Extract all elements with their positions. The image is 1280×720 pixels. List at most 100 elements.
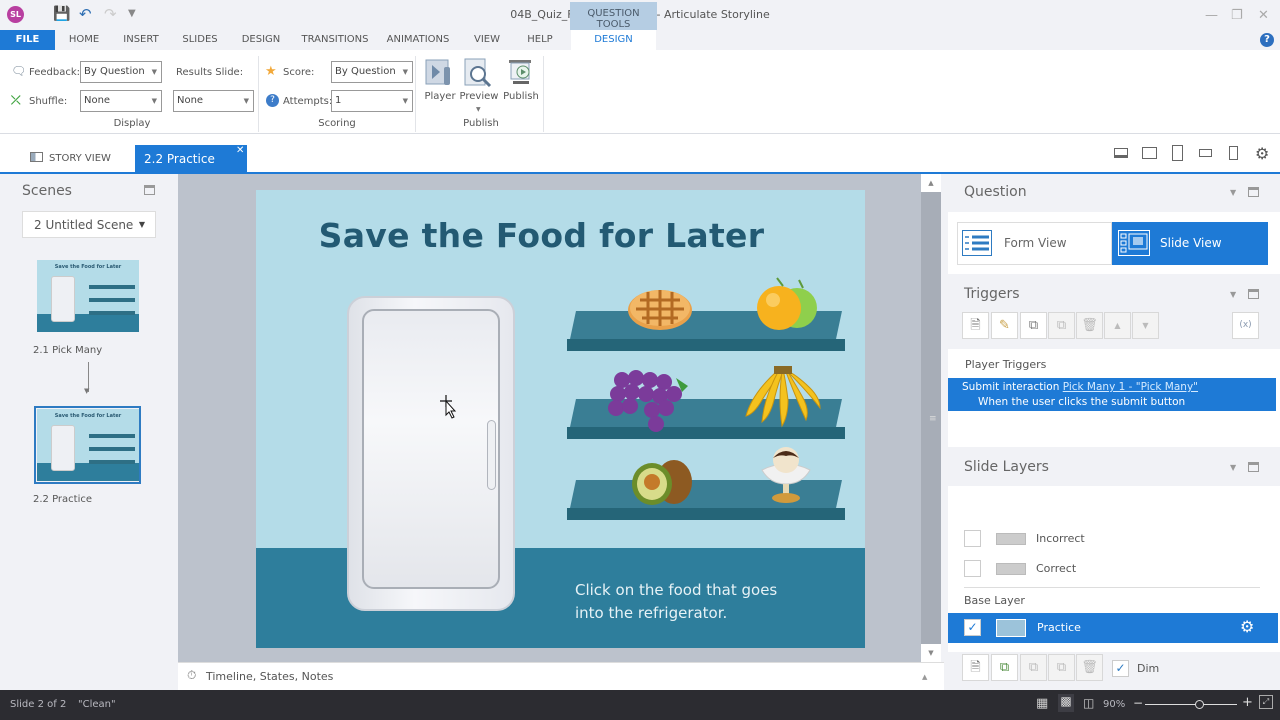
duplicate-layer-button[interactable]: ⧉ xyxy=(991,654,1018,681)
dim-checkbox[interactable]: ✓ xyxy=(1112,660,1129,677)
fit-to-window-icon[interactable]: ⤢ xyxy=(1259,695,1273,709)
tab-help[interactable]: HELP xyxy=(518,30,562,50)
paste-layer-button[interactable]: ⧉ xyxy=(1048,654,1075,681)
grapes-icon[interactable] xyxy=(608,368,694,440)
paste-trigger-button[interactable]: ⧉ xyxy=(1048,312,1075,339)
expand-timeline-icon[interactable]: ▲ xyxy=(922,673,927,681)
preview-button[interactable] xyxy=(462,57,494,89)
layer-visibility-checkbox[interactable] xyxy=(964,560,981,577)
attempts-dropdown[interactable]: 1 ▼ xyxy=(331,90,413,112)
tab-home[interactable]: HOME xyxy=(60,30,108,50)
slide-instruction[interactable]: Click on the food that goes into the refr… xyxy=(575,579,777,625)
publish-label[interactable]: Publish xyxy=(500,91,542,102)
minimize-button[interactable]: — xyxy=(1205,8,1218,23)
player-label[interactable]: Player xyxy=(420,91,460,102)
tab-insert[interactable]: INSERT xyxy=(116,30,166,50)
preview-dropdown-arrow[interactable]: ▼ xyxy=(476,106,481,113)
results-slide-dropdown[interactable]: None ▼ xyxy=(173,90,254,112)
ice-cream-sundae-icon[interactable] xyxy=(756,444,816,506)
slide-thumbnail[interactable]: Save the Food for Later xyxy=(37,409,139,481)
move-trigger-down-button[interactable]: ▼ xyxy=(1132,312,1159,339)
new-trigger-button[interactable]: 🗎 xyxy=(962,312,989,339)
variables-button[interactable]: (x) xyxy=(1232,312,1259,339)
panel-collapse-icon[interactable]: ▼ xyxy=(1230,290,1236,299)
panel-collapse-icon[interactable]: ▼ xyxy=(1230,463,1236,472)
slide-layers-panel-title: Slide Layers xyxy=(964,459,1049,475)
panel-collapse-icon[interactable]: ▼ xyxy=(1230,188,1236,197)
chevron-down-icon: ▼ xyxy=(138,220,145,229)
slide-stage[interactable]: Save the Food for Later Click on the foo… xyxy=(256,190,865,648)
scene-dropdown[interactable]: 2 Untitled Scene ▼ xyxy=(22,211,156,238)
tablet-landscape-icon[interactable] xyxy=(1142,147,1157,159)
bananas-icon[interactable] xyxy=(742,364,822,430)
settings-gear-icon[interactable]: ⚙ xyxy=(1255,144,1269,163)
tablet-portrait-icon[interactable] xyxy=(1172,145,1183,161)
tab-view[interactable]: VIEW xyxy=(466,30,508,50)
new-layer-button[interactable]: 🗎 xyxy=(962,654,989,681)
scroll-up-button[interactable]: ▲ xyxy=(921,174,941,192)
shuffle-dropdown[interactable]: None ▼ xyxy=(80,90,162,112)
slide-view-icon xyxy=(1118,230,1150,256)
slide-label[interactable]: 2.1 Pick Many xyxy=(33,345,102,356)
slide-show-icon[interactable]: ◫ xyxy=(1083,696,1094,710)
tab-transitions[interactable]: TRANSITIONS xyxy=(296,30,374,50)
scroll-thumb-grip[interactable]: ≡ xyxy=(929,414,937,424)
undock-panel-icon[interactable] xyxy=(144,185,155,195)
undock-panel-icon[interactable] xyxy=(1248,187,1259,197)
zoom-in-button[interactable]: + xyxy=(1242,695,1253,710)
feedback-dropdown[interactable]: By Question ▼ xyxy=(80,61,162,83)
trigger-target-link[interactable]: Pick Many 1 - "Pick Many" xyxy=(1063,381,1198,393)
phone-portrait-icon[interactable] xyxy=(1229,146,1238,160)
tab-question-design[interactable]: DESIGN xyxy=(571,30,656,50)
slide-sorter-icon[interactable]: ▦ xyxy=(1036,696,1048,711)
layer-visibility-checkbox[interactable] xyxy=(964,530,981,547)
zoom-level: 90% xyxy=(1103,699,1126,710)
slide-tab-active[interactable]: 2.2 Practice xyxy=(135,145,247,173)
base-layer-row[interactable]: ✓ Practice ⚙ xyxy=(948,613,1278,643)
timeline-label[interactable]: Timeline, States, Notes xyxy=(206,670,333,683)
undock-panel-icon[interactable] xyxy=(1248,462,1259,472)
slide-thumbnail[interactable]: Save the Food for Later xyxy=(37,260,139,332)
normal-view-icon[interactable]: ▩ xyxy=(1058,694,1074,712)
close-tab-icon[interactable]: ✕ xyxy=(236,145,244,156)
trigger-row[interactable]: Submit interaction Pick Many 1 - "Pick M… xyxy=(948,378,1276,411)
feedback-value: By Question xyxy=(84,66,145,77)
help-icon[interactable]: ? xyxy=(1260,33,1274,47)
trigger-condition: When the user clicks the submit button xyxy=(978,396,1186,408)
layer-settings-gear-icon[interactable]: ⚙ xyxy=(1240,617,1254,636)
zoom-out-button[interactable]: − xyxy=(1133,696,1143,710)
slide-title[interactable]: Save the Food for Later xyxy=(256,216,827,255)
slide-label[interactable]: 2.2 Practice xyxy=(33,494,92,505)
tab-design[interactable]: DESIGN xyxy=(234,30,288,50)
undock-panel-icon[interactable] xyxy=(1248,289,1259,299)
arrow-up-icon: ▲ xyxy=(1114,321,1121,330)
avocado-kiwi-icon[interactable] xyxy=(628,454,694,506)
preview-label[interactable]: Preview xyxy=(458,91,500,102)
delete-trigger-button[interactable]: 🗑 xyxy=(1076,312,1103,339)
tab-slides[interactable]: SLIDES xyxy=(176,30,224,50)
melons-icon[interactable] xyxy=(753,274,823,334)
edit-trigger-button[interactable]: ✎ xyxy=(991,312,1018,339)
tab-file[interactable]: FILE xyxy=(0,30,55,50)
delete-layer-button[interactable]: 🗑 xyxy=(1076,654,1103,681)
zoom-slider-thumb[interactable] xyxy=(1194,700,1204,709)
zoom-slider-track[interactable] xyxy=(1145,704,1237,705)
move-trigger-up-button[interactable]: ▲ xyxy=(1104,312,1131,339)
pie-icon[interactable] xyxy=(626,282,696,332)
copy-icon: ⧉ xyxy=(1028,318,1039,333)
copy-layer-button[interactable]: ⧉ xyxy=(1020,654,1047,681)
player-button[interactable] xyxy=(424,57,456,89)
story-view-tab[interactable]: STORY VIEW xyxy=(30,152,111,164)
phone-landscape-icon[interactable] xyxy=(1199,149,1212,157)
scroll-down-button[interactable]: ▼ xyxy=(921,644,941,662)
thumb-shelf xyxy=(89,447,135,451)
tab-animations[interactable]: ANIMATIONS xyxy=(380,30,456,50)
base-layer-checkbox[interactable]: ✓ xyxy=(964,619,981,636)
restore-button[interactable]: ❐ xyxy=(1231,8,1243,23)
score-dropdown[interactable]: By Question ▼ xyxy=(331,61,413,83)
copy-trigger-button[interactable]: ⧉ xyxy=(1020,312,1047,339)
desktop-preview-icon[interactable] xyxy=(1114,148,1128,158)
publish-group-label: Publish xyxy=(463,118,499,129)
publish-button[interactable] xyxy=(505,57,537,89)
close-button[interactable]: ✕ xyxy=(1258,8,1269,23)
